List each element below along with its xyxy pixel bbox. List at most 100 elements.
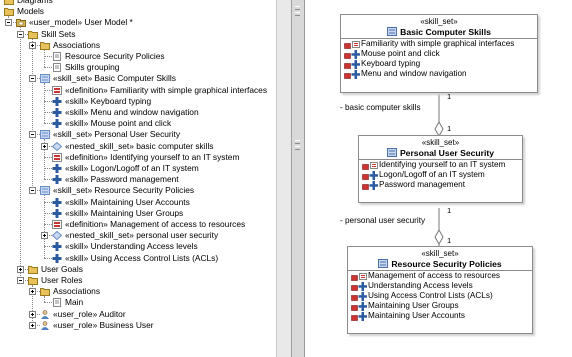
tree-item-label: «user_role» Auditor <box>53 308 126 319</box>
diagram-canvas[interactable]: «skill_set» Basic Computer Skills Famili… <box>305 0 572 357</box>
tree-item-label: Skill Sets <box>41 28 76 39</box>
tree-item[interactable]: «nested_skill_set» personal user securit… <box>0 230 276 241</box>
class-skill-item[interactable]: Understanding Access levels <box>348 281 532 291</box>
definition-icon <box>52 152 62 162</box>
class-skill-item[interactable]: Maintaining User Accounts <box>348 311 532 321</box>
tree-item[interactable]: User Roles <box>0 275 276 286</box>
tree-item[interactable]: «user_role» Auditor <box>0 309 276 320</box>
tree-item-label: «skill_set» Resource Security Policies <box>53 185 195 196</box>
class-skill-item[interactable]: Menu and window navigation <box>341 69 537 79</box>
diagram-icon <box>52 63 62 73</box>
tree-item-label: «skill» Understanding Access levels <box>65 241 198 252</box>
tree-item[interactable]: «definition» Familiarity with simple gra… <box>0 85 276 96</box>
folder-icon <box>28 30 38 39</box>
skill-icon <box>52 119 62 129</box>
tree-item[interactable]: Skills grouping <box>0 62 276 73</box>
class-item-text: Menu and window navigation <box>361 69 467 78</box>
tree-item[interactable]: Skill Sets <box>0 29 276 40</box>
tree-item-label: «skill» Using Access Control Lists (ACLs… <box>65 252 219 263</box>
class-skill-item[interactable]: Logon/Logoff of an IT system <box>359 170 522 180</box>
class-skill-item[interactable]: Password management <box>359 180 522 190</box>
class-definition-item[interactable]: Identifying yourself to an IT system <box>359 160 522 170</box>
class-header: «skill_set» Personal User Security <box>359 136 522 160</box>
tree-item-label: «skill_set» Basic Computer Skills <box>53 73 176 84</box>
class-skill-item[interactable]: Mouse point and click <box>341 49 537 59</box>
tree-item[interactable]: «skill» Maintaining User Groups <box>0 208 276 219</box>
user-role-icon <box>40 320 50 330</box>
expand-icon[interactable] <box>29 288 36 296</box>
multiplicity-label: 1 <box>447 206 452 215</box>
class-basic-computer-skills[interactable]: «skill_set» Basic Computer Skills Famili… <box>340 14 538 93</box>
skill-icon <box>52 208 62 218</box>
tree-item[interactable]: «definition» Management of access to res… <box>0 219 276 230</box>
association-role-label[interactable]: - personal user security <box>340 216 425 225</box>
class-item-text: Maintaining User Groups <box>368 301 459 310</box>
tree-item-label: «nested_skill_set» personal user securit… <box>65 230 219 241</box>
tree-item-label: «skill» Mouse point and click <box>65 118 172 129</box>
tree-item[interactable]: Main <box>0 297 276 308</box>
skill-icon <box>344 70 360 82</box>
tree-connector <box>44 246 52 248</box>
class-definition-item[interactable]: Management of access to resources <box>348 271 532 281</box>
tree-item[interactable]: «skill» Maintaining User Accounts <box>0 197 276 208</box>
model-tree: Diagrams Models «user_model» User Model * S… <box>0 0 276 357</box>
tree-item[interactable]: «skill» Using Access Control Lists (ACLs… <box>0 253 276 264</box>
association-role-label[interactable]: - basic computer skills <box>340 103 421 112</box>
tree-item[interactable]: «definition» Identifying yourself to an … <box>0 152 276 163</box>
tree-item-label: «definition» Identifying yourself to an … <box>65 151 240 162</box>
pane-splitter[interactable] <box>292 0 305 357</box>
collapse-icon[interactable] <box>29 187 36 195</box>
tree-item-label: «user_role» Business User <box>53 319 154 330</box>
tree-item[interactable]: «skill» Logon/Logoff of an IT system <box>0 163 276 174</box>
multiplicity-label: 1 <box>447 236 452 245</box>
expand-icon[interactable] <box>41 142 48 150</box>
collapse-icon[interactable] <box>29 131 36 139</box>
tree-item-label: «definition» Familiarity with simple gra… <box>65 84 268 95</box>
tree-item-label: «skill» Maintaining User Accounts <box>65 196 190 207</box>
tree-item[interactable]: «skill» Understanding Access levels <box>0 241 276 252</box>
tree-item[interactable]: «nested_skill_set» basic computer skills <box>0 141 276 152</box>
class-skill-item[interactable]: Maintaining User Groups <box>348 301 532 311</box>
aggregation-diamond <box>434 120 444 138</box>
tree-item[interactable]: Associations <box>0 286 276 297</box>
collapse-icon[interactable] <box>29 75 36 83</box>
tree-item-label: User Goals <box>41 263 83 274</box>
tree-item[interactable]: «skill» Password management <box>0 174 276 185</box>
tree-item[interactable]: «skill» Keyboard typing <box>0 96 276 107</box>
collapse-icon[interactable] <box>5 19 12 27</box>
tree-item[interactable]: User Goals <box>0 264 276 275</box>
collapse-icon[interactable] <box>17 30 24 38</box>
class-definition-item[interactable]: Familiarity with simple graphical interf… <box>341 39 537 49</box>
expand-icon[interactable] <box>29 41 36 49</box>
tree-item[interactable]: «skill_set» Basic Computer Skills <box>0 73 276 84</box>
expand-icon[interactable] <box>29 321 36 329</box>
tree-item[interactable]: Models <box>0 6 276 17</box>
tree-item[interactable]: Diagrams <box>0 0 276 6</box>
tree-connector <box>44 224 52 225</box>
expand-icon[interactable] <box>29 310 36 318</box>
tree-connector <box>44 257 52 259</box>
class-personal-user-security[interactable]: «skill_set» Personal User Security Ident… <box>358 135 523 203</box>
tree-item[interactable]: Associations <box>0 40 276 51</box>
folder-icon <box>40 287 50 297</box>
tree-connector <box>44 56 52 57</box>
tree-item[interactable]: «skill_set» Personal User Security <box>0 129 276 140</box>
tree-scrollbar[interactable] <box>276 0 292 357</box>
class-skill-item[interactable]: Keyboard typing <box>341 59 537 69</box>
tree-item[interactable]: «user_model» User Model * <box>0 17 276 28</box>
collapse-icon[interactable] <box>17 277 24 284</box>
class-resource-security-policies[interactable]: «skill_set» Resource Security Policies M… <box>347 246 533 334</box>
tree-item[interactable]: «skill_set» Resource Security Policies <box>0 185 276 196</box>
definition-icon <box>52 85 62 95</box>
class-skill-item[interactable]: Using Access Control Lists (ACLs) <box>348 291 532 301</box>
expand-icon[interactable] <box>17 265 24 273</box>
tree-item[interactable]: «skill» Menu and window navigation <box>0 107 276 118</box>
skill-icon <box>52 164 62 173</box>
splitter-grip <box>295 6 300 10</box>
expand-icon[interactable] <box>41 232 48 240</box>
skill-set-icon <box>40 74 50 84</box>
tree-item[interactable]: «skill» Mouse point and click <box>0 118 276 129</box>
tree-item[interactable]: «user_role» Business User <box>0 320 276 331</box>
user-role-icon <box>40 309 50 319</box>
tree-item[interactable]: Resource Security Policies <box>0 51 276 62</box>
